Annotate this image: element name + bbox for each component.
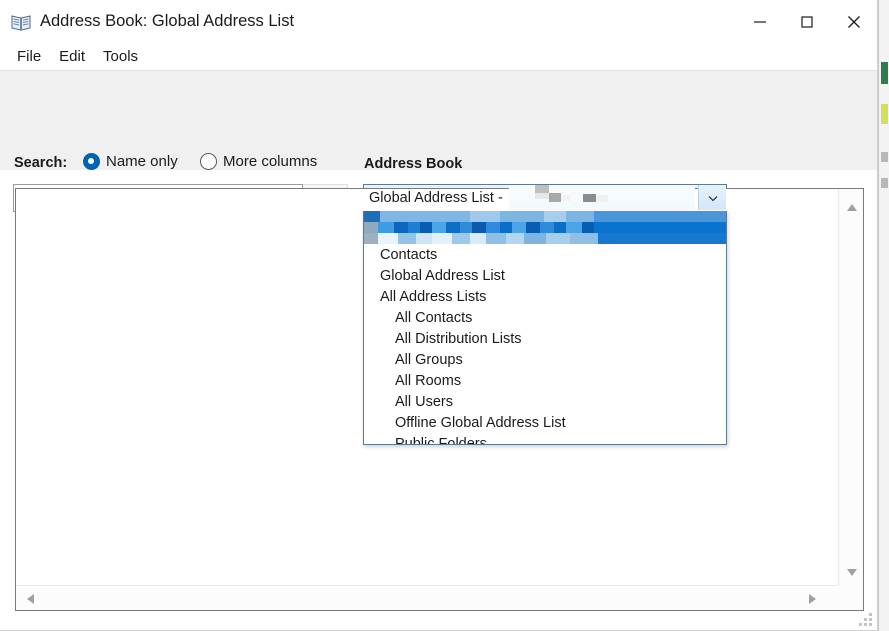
- dropdown-item-offline-global-address-list[interactable]: Offline Global Address List: [364, 413, 726, 434]
- title-bar[interactable]: Address Book: Global Address List: [0, 0, 877, 43]
- scroll-up-icon: [846, 203, 858, 212]
- background-gray-marker-1: [881, 152, 888, 162]
- window-controls: [736, 0, 877, 43]
- address-book-window: Address Book: Global Address List F: [0, 0, 878, 631]
- dropdown-item-contacts[interactable]: Contacts: [364, 245, 726, 266]
- close-button[interactable]: [830, 0, 877, 43]
- chevron-down-icon: [706, 191, 720, 205]
- dropdown-selected-item-redacted[interactable]: [364, 211, 726, 244]
- background-green-marker: [881, 62, 888, 84]
- scroll-left-button[interactable]: [18, 586, 43, 611]
- dropdown-item-global-address-list[interactable]: Global Address List: [364, 266, 726, 287]
- menu-item-edit[interactable]: Edit: [50, 46, 94, 67]
- menu-item-file[interactable]: File: [8, 46, 50, 67]
- background-yellow-marker: [881, 104, 888, 124]
- menu-bar: File Edit Tools: [0, 43, 877, 70]
- minimize-icon: [752, 14, 768, 30]
- search-toolbar: Search: Name only More columns Go Addres…: [0, 70, 877, 170]
- radio-name-only-label: Name only: [106, 153, 178, 170]
- dropdown-item-all-users[interactable]: All Users: [364, 392, 726, 413]
- search-label: Search:: [14, 155, 67, 171]
- menu-item-tools[interactable]: Tools: [94, 46, 147, 67]
- close-icon: [845, 13, 863, 31]
- redaction-pixels: [364, 211, 726, 244]
- radio-selected-icon: [83, 153, 100, 170]
- scroll-right-button[interactable]: [800, 586, 825, 611]
- combobox-value: Global Address List -: [364, 190, 503, 206]
- dropdown-item-public-folders[interactable]: Public Folders: [364, 434, 726, 445]
- dropdown-options: Contacts Global Address List All Address…: [364, 244, 726, 445]
- dropdown-item-all-address-lists[interactable]: All Address Lists: [364, 287, 726, 308]
- dropdown-item-all-distribution-lists[interactable]: All Distribution Lists: [364, 329, 726, 350]
- radio-more-columns[interactable]: More columns: [200, 153, 317, 170]
- scroll-down-button[interactable]: [839, 560, 864, 585]
- radio-unselected-icon: [200, 153, 217, 170]
- scroll-right-icon: [808, 593, 817, 605]
- address-book-icon: [10, 11, 32, 33]
- address-book-dropdown-list: Contacts Global Address List All Address…: [363, 211, 727, 445]
- scrollbar-corner: [838, 585, 863, 610]
- maximize-button[interactable]: [783, 0, 830, 43]
- radio-more-columns-label: More columns: [223, 153, 317, 170]
- address-book-label: Address Book: [364, 156, 462, 172]
- dropdown-item-all-rooms[interactable]: All Rooms: [364, 371, 726, 392]
- vertical-scrollbar[interactable]: [838, 189, 863, 585]
- scroll-down-icon: [846, 568, 858, 577]
- background-gray-marker-2: [881, 178, 888, 188]
- dropdown-item-all-contacts[interactable]: All Contacts: [364, 308, 726, 329]
- background-window-sliver[interactable]: [878, 0, 889, 631]
- resize-grip[interactable]: [859, 613, 873, 627]
- scroll-left-icon: [26, 593, 35, 605]
- horizontal-scrollbar[interactable]: [16, 585, 863, 610]
- minimize-button[interactable]: [736, 0, 783, 43]
- scroll-up-button[interactable]: [839, 195, 864, 220]
- combobox-dropdown-arrow[interactable]: [698, 185, 726, 210]
- combobox-redacted-text: [509, 185, 695, 210]
- maximize-icon: [799, 14, 815, 30]
- dropdown-item-all-groups[interactable]: All Groups: [364, 350, 726, 371]
- window-title: Address Book: Global Address List: [40, 12, 294, 31]
- radio-name-only[interactable]: Name only: [83, 153, 178, 170]
